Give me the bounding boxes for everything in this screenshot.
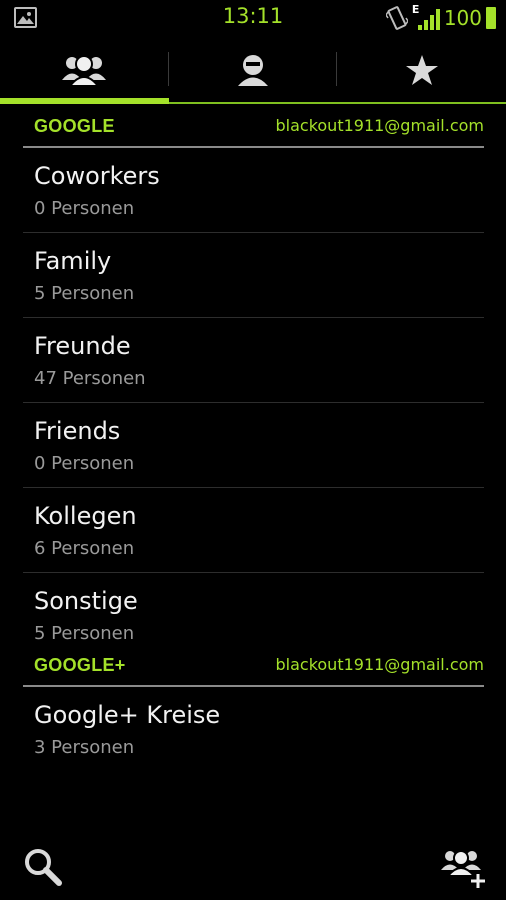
add-group-button[interactable] xyxy=(440,846,488,890)
group-item-family[interactable]: Family 5 Personen xyxy=(23,233,484,318)
tab-contacts[interactable] xyxy=(168,36,338,104)
group-count: 47 Personen xyxy=(34,368,146,389)
vibrate-icon xyxy=(385,6,408,30)
section-header-google: GOOGLE blackout1911@gmail.com xyxy=(23,104,484,148)
group-item-friends[interactable]: Friends 0 Personen xyxy=(23,403,484,488)
group-name: Google+ Kreise xyxy=(34,701,221,729)
group-count: 5 Personen xyxy=(34,283,135,304)
tab-bar xyxy=(0,36,506,104)
group-name: Coworkers xyxy=(34,162,160,190)
group-item-kollegen[interactable]: Kollegen 6 Personen xyxy=(23,488,484,573)
status-bar: 13:11 E 100 xyxy=(0,0,506,36)
search-button[interactable] xyxy=(22,846,64,888)
group-name: Sonstige xyxy=(34,587,138,615)
battery-icon xyxy=(486,7,496,29)
group-count: 6 Personen xyxy=(34,538,135,559)
group-item-google-plus-kreise[interactable]: Google+ Kreise 3 Personen xyxy=(23,687,484,772)
person-icon xyxy=(238,55,268,86)
group-name: Friends xyxy=(34,417,121,445)
group-icon xyxy=(62,55,107,87)
tab-groups[interactable] xyxy=(0,36,169,104)
group-item-coworkers[interactable]: Coworkers 0 Personen xyxy=(23,148,484,233)
group-count: 0 Personen xyxy=(34,453,135,474)
group-list: GOOGLE blackout1911@gmail.com Coworkers … xyxy=(23,104,484,772)
group-name: Family xyxy=(34,247,112,275)
section-header-google-plus: GOOGLE+ blackout1911@gmail.com xyxy=(23,643,484,687)
section-account: blackout1911@gmail.com xyxy=(275,655,484,674)
tab-favorites[interactable] xyxy=(337,36,506,104)
section-account: blackout1911@gmail.com xyxy=(275,116,484,135)
group-count: 5 Personen xyxy=(34,623,135,644)
group-name: Kollegen xyxy=(34,502,137,530)
group-item-freunde[interactable]: Freunde 47 Personen xyxy=(23,318,484,403)
signal-icon xyxy=(417,9,440,30)
section-title: GOOGLE xyxy=(34,116,115,136)
bottom-action-bar xyxy=(0,830,506,900)
group-count: 3 Personen xyxy=(34,737,135,758)
group-name: Freunde xyxy=(34,332,131,360)
add-group-icon xyxy=(441,850,485,888)
group-count: 0 Personen xyxy=(34,198,135,219)
star-icon xyxy=(405,55,438,85)
search-icon xyxy=(25,849,62,886)
battery-level: 100 xyxy=(443,6,482,30)
section-title: GOOGLE+ xyxy=(34,655,126,675)
